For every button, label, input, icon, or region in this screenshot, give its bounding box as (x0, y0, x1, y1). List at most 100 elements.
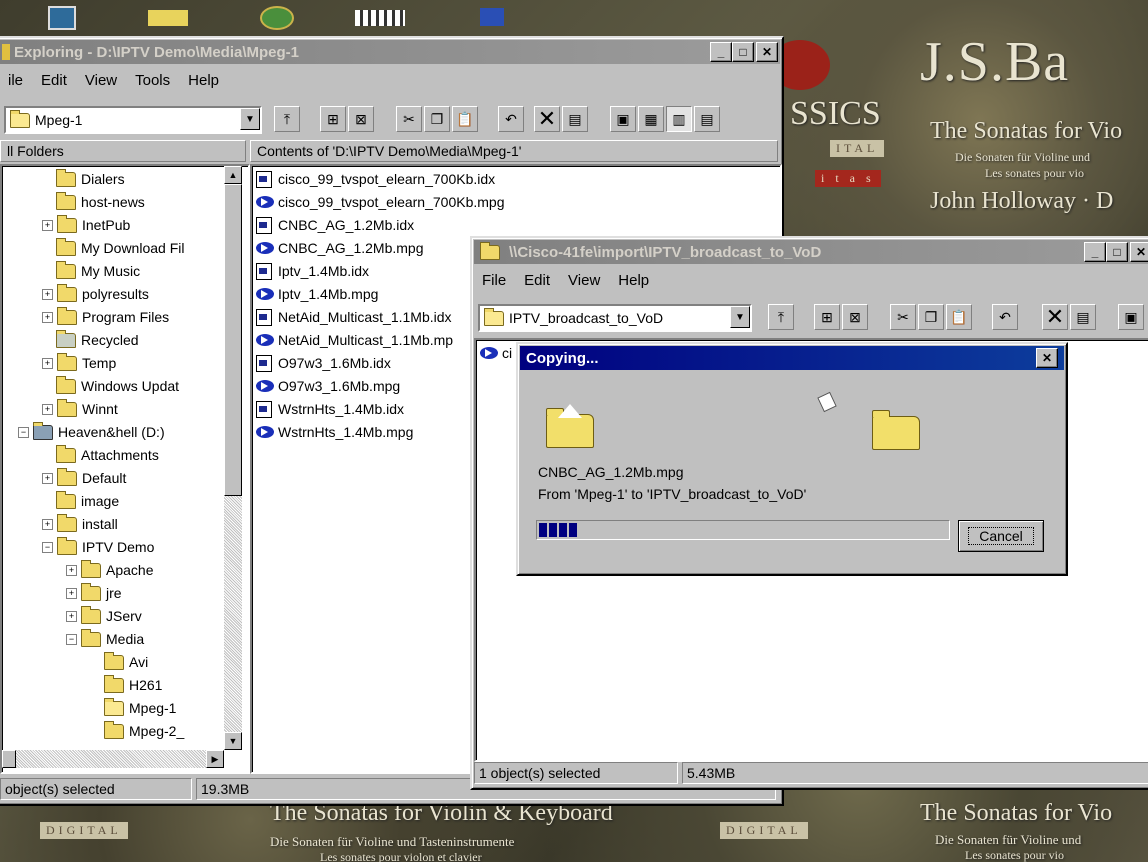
tree-item[interactable]: + Apache (66, 559, 153, 581)
disconnect-drive-button[interactable]: ⊠ (348, 106, 374, 132)
tree-item[interactable]: + Winnt (42, 398, 118, 420)
share-map-drive-button[interactable]: ⊞ (814, 304, 840, 330)
menu-help[interactable]: Help (188, 70, 219, 91)
share-undo-button[interactable]: ↶ (992, 304, 1018, 330)
share-menu-view[interactable]: View (568, 270, 600, 291)
expand-icon[interactable]: + (42, 403, 53, 415)
file-item[interactable]: NetAid_Multicast_1.1Mb.idx (256, 306, 452, 328)
tree-item[interactable]: host-news (42, 191, 145, 213)
cancel-button[interactable]: Cancel (958, 520, 1044, 552)
small-icons-button[interactable]: ▦ (638, 106, 664, 132)
undo-button[interactable]: ↶ (498, 106, 524, 132)
file-item[interactable]: NetAid_Multicast_1.1Mb.mp (256, 329, 453, 351)
tree-scroll-thumb[interactable] (224, 184, 242, 496)
desktop-folder-icon[interactable] (148, 10, 188, 26)
file-item[interactable]: WstrnHts_1.4Mb.mpg (256, 421, 413, 443)
explorer-titlebar[interactable]: Exploring - D:\IPTV Demo\Media\Mpeg-1 _ … (0, 40, 780, 64)
share-cut-button[interactable]: ✂ (890, 304, 916, 330)
share-menu-edit[interactable]: Edit (524, 270, 550, 291)
tree-item[interactable]: + install (42, 513, 118, 535)
tree-hscroll-thumb[interactable] (2, 750, 16, 768)
expand-icon[interactable]: + (42, 219, 53, 231)
file-item[interactable]: cisco_99_tvspot_elearn_700Kb.mpg (256, 191, 505, 213)
address-combo[interactable]: Mpeg-1 ▼ (4, 106, 262, 134)
expand-icon[interactable]: + (42, 518, 53, 530)
file-item[interactable]: CNBC_AG_1.2Mb.mpg (256, 237, 424, 259)
copying-close-button[interactable]: ✕ (1036, 348, 1058, 368)
desktop-app-icon[interactable] (480, 8, 504, 26)
collapse-icon[interactable]: − (18, 426, 29, 438)
tree-item[interactable]: Dialers (42, 168, 125, 190)
file-item[interactable]: O97w3_1.6Mb.mpg (256, 375, 400, 397)
expand-icon[interactable]: + (66, 564, 77, 576)
tree-item[interactable]: Mpeg-2_ (90, 720, 184, 742)
share-address-combo[interactable]: IPTV_broadcast_to_VoD ▼ (478, 304, 752, 332)
file-item[interactable]: cisco_99_tvspot_elearn_700Kb.idx (256, 168, 495, 190)
menu-edit[interactable]: Edit (41, 70, 67, 91)
copying-titlebar[interactable]: Copying... ✕ (520, 346, 1064, 370)
share-combo-arrow[interactable]: ▼ (730, 306, 750, 328)
tree-item[interactable]: + jre (66, 582, 122, 604)
properties-button[interactable]: ▤ (562, 106, 588, 132)
tree-item[interactable]: − IPTV Demo (42, 536, 154, 558)
tree-scroll-up[interactable]: ▲ (224, 166, 242, 184)
file-item[interactable]: WstrnHts_1.4Mb.idx (256, 398, 404, 420)
file-item[interactable]: O97w3_1.6Mb.idx (256, 352, 391, 374)
file-item[interactable]: Iptv_1.4Mb.idx (256, 260, 369, 282)
tree-item[interactable]: Windows Updat (42, 375, 179, 397)
share-disconnect-button[interactable]: ⊠ (842, 304, 868, 330)
expand-icon[interactable]: + (66, 610, 77, 622)
desktop-computer-icon[interactable] (48, 6, 76, 30)
tree-item[interactable]: + JServ (66, 605, 142, 627)
tree-item[interactable]: + Default (42, 467, 126, 489)
share-minimize-button[interactable]: _ (1084, 242, 1106, 262)
up-folder-button[interactable]: ⤒ (274, 106, 300, 132)
tree-item[interactable]: Recycled (42, 329, 139, 351)
share-file-item[interactable]: ci (480, 342, 512, 364)
tree-item[interactable]: Mpeg-1 (90, 697, 176, 719)
share-titlebar[interactable]: \\Cisco-41fe\import\IPTV_broadcast_to_Vo… (474, 240, 1148, 264)
tree-item[interactable]: My Download Fil (42, 237, 184, 259)
share-menu-help[interactable]: Help (618, 270, 649, 291)
tree-item[interactable]: image (42, 490, 119, 512)
tree-scroll-right[interactable]: ▶ (206, 750, 224, 768)
menu-view[interactable]: View (85, 70, 117, 91)
close-button[interactable]: ✕ (756, 42, 778, 62)
tree-item[interactable]: My Music (42, 260, 140, 282)
share-up-folder-button[interactable]: ⤒ (768, 304, 794, 330)
desktop-film-icon[interactable] (355, 10, 405, 26)
share-close-button[interactable]: ✕ (1130, 242, 1148, 262)
desktop-globe-icon[interactable] (260, 6, 294, 30)
copy-button[interactable]: ❐ (424, 106, 450, 132)
share-menu-file[interactable]: File (482, 270, 506, 291)
file-item[interactable]: CNBC_AG_1.2Mb.idx (256, 214, 414, 236)
share-delete-button[interactable]: ✕ (1042, 304, 1068, 330)
tree-scroll-down[interactable]: ▼ (224, 732, 242, 750)
list-view-button[interactable]: ▥ (666, 106, 692, 132)
tree-item[interactable]: + Program Files (42, 306, 169, 328)
tree-item[interactable]: − Heaven&hell (D:) (18, 421, 165, 443)
tree-item[interactable]: Attachments (42, 444, 159, 466)
tree-item[interactable]: + Temp (42, 352, 116, 374)
collapse-icon[interactable]: − (66, 633, 77, 645)
combo-dropdown-arrow[interactable]: ▼ (240, 108, 260, 130)
maximize-button[interactable]: □ (732, 42, 754, 62)
share-maximize-button[interactable]: □ (1106, 242, 1128, 262)
menu-tools[interactable]: Tools (135, 70, 170, 91)
tree-item[interactable]: H261 (90, 674, 162, 696)
large-icons-button[interactable]: ▣ (610, 106, 636, 132)
cut-button[interactable]: ✂ (396, 106, 422, 132)
tree-item[interactable]: Avi (90, 651, 148, 673)
expand-icon[interactable]: + (42, 288, 53, 300)
tree-horizontal-scrollbar[interactable]: ▶ (2, 750, 224, 768)
share-properties-button[interactable]: ▤ (1070, 304, 1096, 330)
map-drive-button[interactable]: ⊞ (320, 106, 346, 132)
copying-dialog[interactable]: Copying... ✕ CNBC_AG_1.2Mb.mpg From 'Mpe… (516, 342, 1068, 576)
share-copy-button[interactable]: ❐ (918, 304, 944, 330)
file-item[interactable]: Iptv_1.4Mb.mpg (256, 283, 378, 305)
expand-icon[interactable]: + (42, 472, 53, 484)
paste-button[interactable]: 📋 (452, 106, 478, 132)
tree-vertical-scrollbar[interactable]: ▲ ▼ (224, 166, 242, 750)
expand-icon[interactable]: + (42, 311, 53, 323)
collapse-icon[interactable]: − (42, 541, 53, 553)
